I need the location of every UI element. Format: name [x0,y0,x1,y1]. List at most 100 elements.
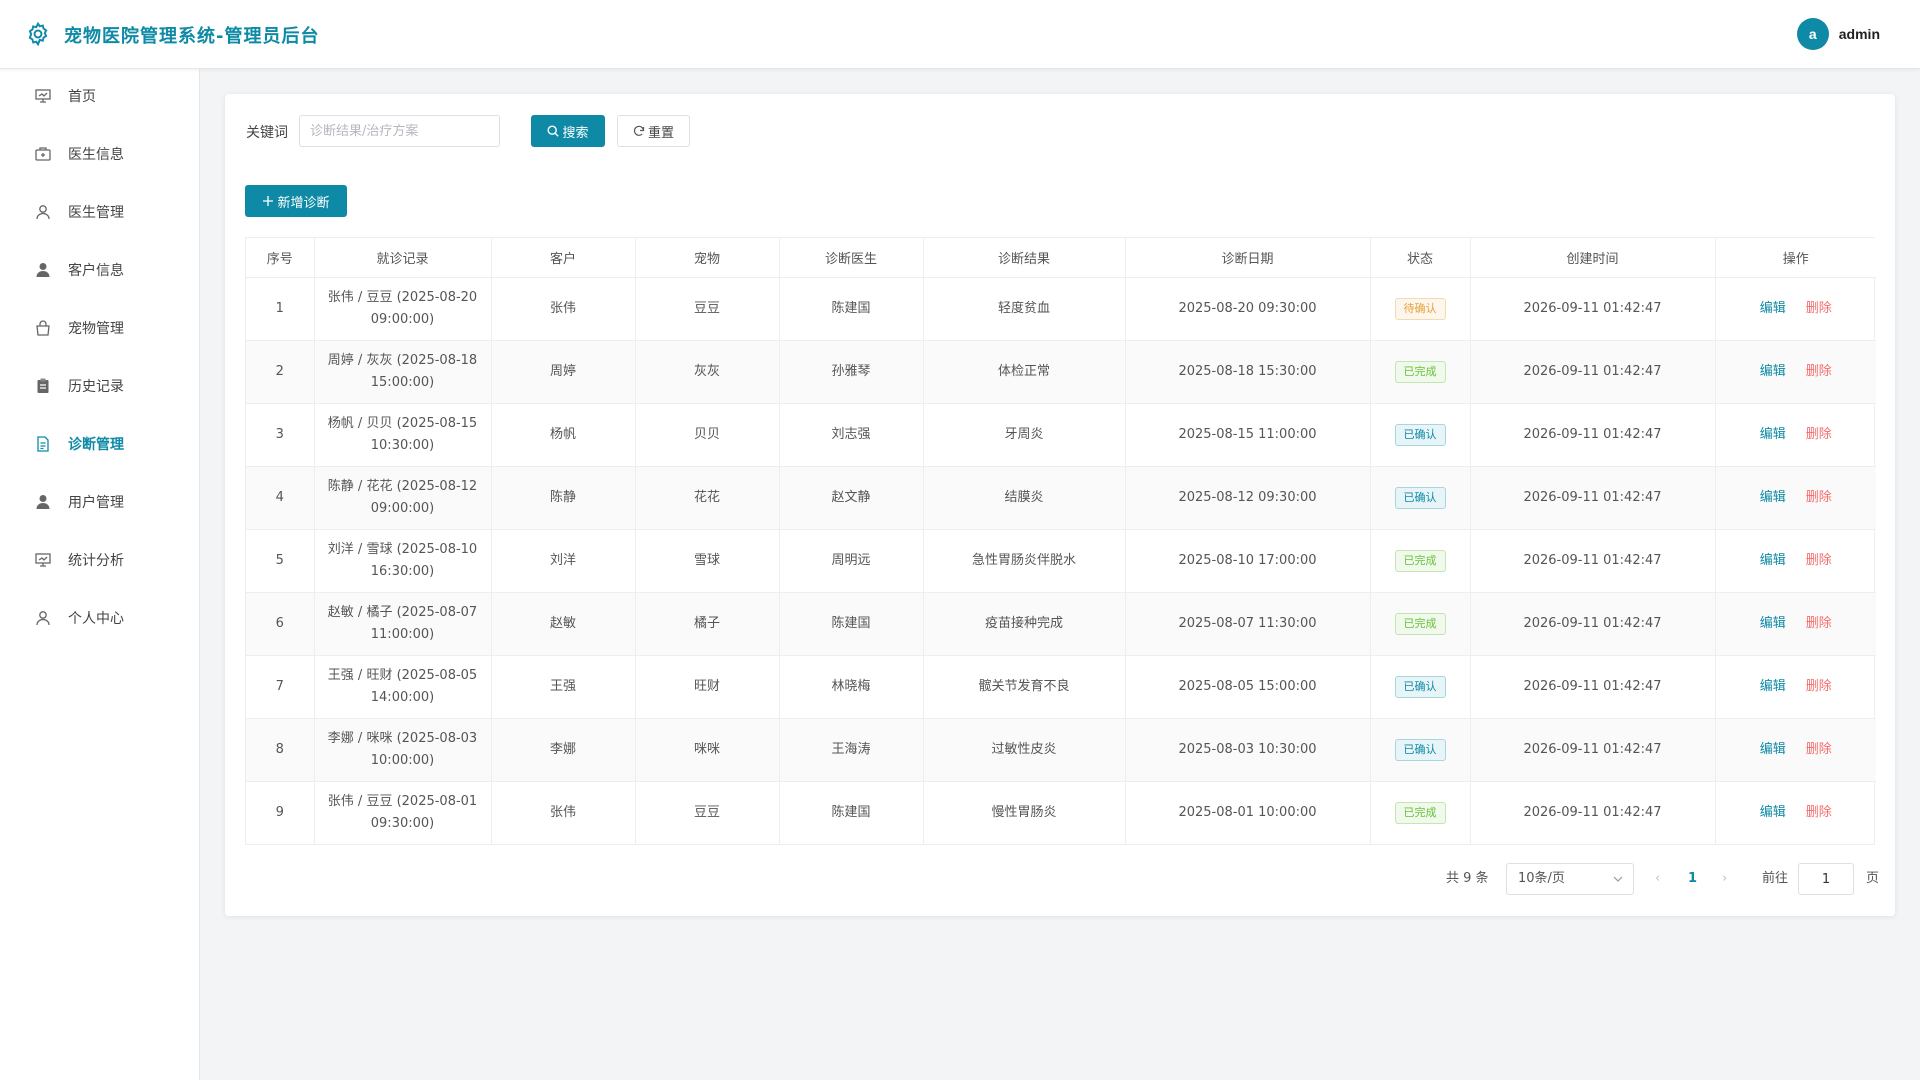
sidebar-item-label: 宠物管理 [68,321,124,337]
delete-button[interactable]: 删除 [1806,427,1832,442]
presentation-icon [34,87,52,105]
avatar[interactable]: a [1796,18,1829,50]
clipboard-icon [34,377,52,395]
page-number-1[interactable]: 1 [1688,863,1697,895]
status-cell: 已完成 [1370,340,1471,404]
edit-button[interactable]: 编辑 [1760,364,1786,379]
user-menu[interactable]: a admin [1796,18,1880,50]
diagnosis-table: 序号 就诊记录 客户 宠物 诊断医生 诊断结果 诊断日期 状态 创建时间 操作 1 张伟 / 豆豆 … [245,237,1876,845]
delete-button[interactable]: 删除 [1806,364,1832,379]
edit-button[interactable]: 编辑 [1760,301,1786,316]
delete-button[interactable]: 删除 [1806,490,1832,505]
delete-button[interactable]: 删除 [1806,742,1832,757]
created-time-cell: 2026-09-11 01:42:47 [1470,718,1716,782]
edit-button[interactable]: 编辑 [1760,553,1786,568]
status-badge: 已完成 [1394,360,1446,383]
search-button-label: 搜索 [562,125,589,141]
delete-button[interactable]: 删除 [1806,805,1832,820]
status-cell: 已确认 [1370,655,1471,719]
edit-button[interactable]: 编辑 [1760,742,1786,757]
visit-record-line: 李娜 / 咪咪 (2025-08-03 [327,730,478,746]
delete-button[interactable]: 删除 [1806,553,1832,568]
sidebar-item-8[interactable]: 用户管理 [0,482,199,522]
pagination: 共 9 条 10条/页 ‹ 1 › 前往 页 [225,863,1895,895]
reset-button-label: 重置 [647,125,674,141]
edit-button[interactable]: 编辑 [1760,490,1786,505]
medical-box-icon [34,145,52,163]
status-badge: 已完成 [1394,612,1446,635]
column-header: 操作 [1715,238,1876,278]
actions-cell: 编辑 删除 [1715,529,1876,593]
username[interactable]: admin [1839,26,1880,42]
visit-record-line: 刘洋 / 雪球 (2025-08-10 [327,541,478,557]
edit-button[interactable]: 编辑 [1760,679,1786,694]
sidebar-item-2[interactable]: 医生信息 [0,134,199,174]
user-filled-icon [34,261,52,279]
customer-cell: 陈静 [491,466,636,530]
doctor-cell: 王海涛 [779,718,924,782]
visit-record-line: 10:30:00) [370,437,435,453]
sidebar-item-10[interactable]: 个人中心 [0,598,199,638]
visit-record-line: 09:00:00) [370,311,435,327]
delete-button[interactable]: 删除 [1806,679,1832,694]
sidebar-item-1[interactable]: 首页 [0,76,199,116]
table-row: 5 刘洋 / 雪球 (2025-08-10 16:30:00) 刘洋 雪球 周明远 急性胃肠… [246,529,1876,593]
goto-page-input[interactable] [1798,863,1854,895]
actions-cell: 编辑 删除 [1715,340,1876,404]
page-size-value: 10条/页 [1518,871,1565,886]
reset-button[interactable]: 重置 [617,115,690,147]
delete-button[interactable]: 删除 [1806,301,1832,316]
edit-button[interactable]: 编辑 [1760,427,1786,442]
column-header: 诊断日期 [1125,238,1371,278]
diagnosis-date-cell: 2025-08-12 09:30:00 [1125,466,1371,530]
keyword-search-input[interactable] [299,115,500,147]
page-size-select[interactable]: 10条/页 [1506,863,1634,895]
visit-record-cell: 张伟 / 豆豆 (2025-08-20 09:00:00) [314,277,492,341]
search-button[interactable]: 搜索 [531,115,605,147]
sidebar-item-label: 医生管理 [68,205,124,221]
created-time-cell: 2026-09-11 01:42:47 [1470,592,1716,656]
diagnosis-date-cell: 2025-08-03 10:30:00 [1125,718,1371,782]
status-badge: 已确认 [1394,423,1446,446]
sidebar-item-5[interactable]: 宠物管理 [0,308,199,348]
row-number: 6 [246,592,315,656]
actions-cell: 编辑 删除 [1715,592,1876,656]
diagnosis-date-cell: 2025-08-01 10:00:00 [1125,781,1371,844]
doctor-cell: 周明远 [779,529,924,593]
sidebar-item-label: 医生信息 [68,147,124,163]
pet-cell: 花花 [635,466,780,530]
next-page-button[interactable]: › [1722,863,1727,895]
sidebar-item-3[interactable]: 医生管理 [0,192,199,232]
visit-record-line: 10:00:00) [370,752,435,768]
table-row: 3 杨帆 / 贝贝 (2025-08-15 10:30:00) 杨帆 贝贝 刘志强 牙周炎 2… [246,403,1876,467]
total-count: 共 9 条 [1446,871,1489,886]
customer-cell: 王强 [491,655,636,719]
row-number: 1 [246,277,315,341]
doctor-cell: 孙雅琴 [779,340,924,404]
sidebar-item-9[interactable]: 统计分析 [0,540,199,580]
diagnosis-result-cell: 结膜炎 [923,466,1126,530]
doctor-cell: 陈建国 [779,592,924,656]
delete-button[interactable]: 删除 [1806,616,1832,631]
visit-record-cell: 周婷 / 灰灰 (2025-08-18 15:00:00) [314,340,492,404]
table-row: 1 张伟 / 豆豆 (2025-08-20 09:00:00) 张伟 豆豆 陈建国 轻度贫血… [246,277,1876,341]
prev-page-button[interactable]: ‹ [1655,863,1660,895]
status-cell: 已确认 [1370,403,1471,467]
column-header: 状态 [1370,238,1471,278]
visit-record-line: 王强 / 旺财 (2025-08-05 [327,667,478,683]
goto-unit: 页 [1866,871,1880,886]
created-time-cell: 2026-09-11 01:42:47 [1470,529,1716,593]
edit-button[interactable]: 编辑 [1760,805,1786,820]
bag-icon [34,319,52,337]
app-title: 宠物医院管理系统-管理员后台 [64,26,320,47]
sidebar-item-4[interactable]: 客户信息 [0,250,199,290]
column-header: 宠物 [635,238,780,278]
sidebar-item-7[interactable]: 诊断管理 [0,424,199,464]
visit-record-line: 15:00:00) [370,374,435,390]
sidebar-item-6[interactable]: 历史记录 [0,366,199,406]
status-cell: 已完成 [1370,529,1471,593]
visit-record-cell: 杨帆 / 贝贝 (2025-08-15 10:30:00) [314,403,492,467]
edit-button[interactable]: 编辑 [1760,616,1786,631]
add-diagnosis-button[interactable]: 新增诊断 [245,185,347,217]
table-row: 7 王强 / 旺财 (2025-08-05 14:00:00) 王强 旺财 林晓梅 髋关节发… [246,655,1876,719]
